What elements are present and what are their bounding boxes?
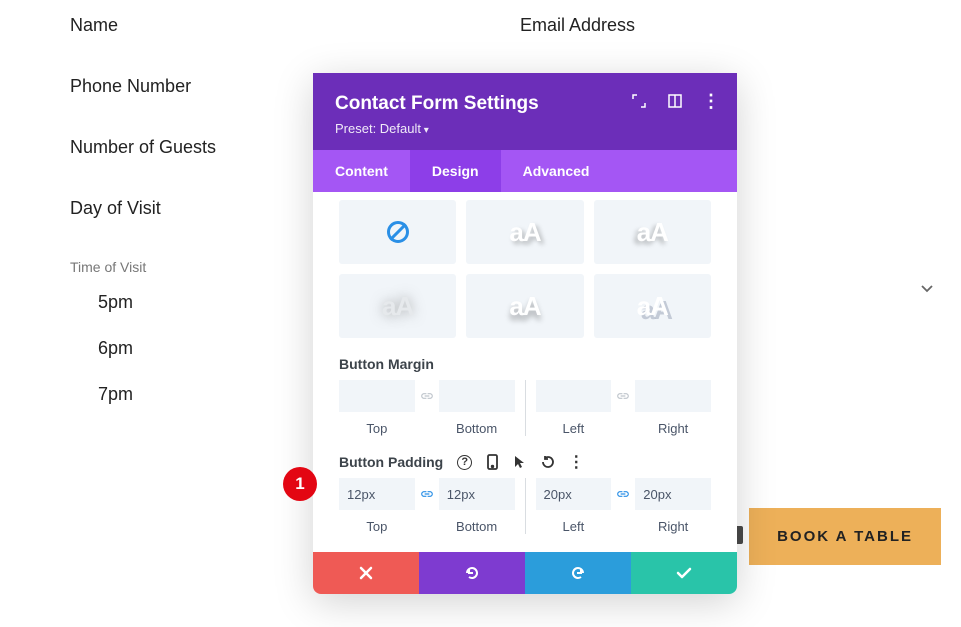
aa-sample-icon: aA [509, 217, 540, 248]
no-style-icon [387, 221, 409, 243]
expand-icon[interactable] [631, 93, 647, 109]
link-icon[interactable] [613, 478, 633, 510]
padding-top-input[interactable] [339, 478, 415, 510]
button-margin-label: Button Margin [339, 356, 711, 372]
padding-inputs: Top Bottom Left [339, 478, 711, 534]
panel-footer [313, 552, 737, 594]
padding-toolbar: ? ⋮ [457, 454, 584, 470]
sublabel-top: Top [339, 519, 415, 534]
email-field-label[interactable]: Email Address [520, 15, 891, 36]
style-tile[interactable]: aA [466, 274, 583, 338]
aa-sample-icon: aA [382, 291, 413, 322]
padding-right-input[interactable] [635, 478, 711, 510]
margin-bottom-input[interactable] [439, 380, 515, 412]
text-shadow-style-grid: aA aA aA aA aA [339, 200, 711, 338]
preset-dropdown[interactable]: Preset: Default [335, 121, 715, 136]
name-field-label[interactable]: Name [70, 15, 490, 36]
panel-tabs: Content Design Advanced [313, 150, 737, 192]
style-tile-none[interactable] [339, 200, 456, 264]
margin-right-input[interactable] [635, 380, 711, 412]
dropdown-caret-icon[interactable] [921, 280, 933, 298]
style-tile[interactable]: aA [594, 274, 711, 338]
sublabel-right: Right [635, 421, 711, 436]
margin-left-input[interactable] [536, 380, 612, 412]
panel-header: Contact Form Settings Preset: Default ⋮ [313, 73, 737, 150]
sublabel-left: Left [536, 519, 612, 534]
reset-icon[interactable] [540, 454, 556, 470]
margin-inputs: Top Bottom Left [339, 380, 711, 436]
aa-sample-icon: aA [637, 217, 668, 248]
style-tile[interactable]: aA [594, 200, 711, 264]
button-padding-text: Button Padding [339, 454, 443, 470]
column-icon[interactable] [667, 93, 683, 109]
padding-left-input[interactable] [536, 478, 612, 510]
save-button[interactable] [631, 552, 737, 594]
link-icon[interactable] [613, 380, 633, 412]
button-padding-label: Button Padding ? ⋮ [339, 454, 711, 470]
link-icon[interactable] [417, 478, 437, 510]
check-icon [676, 567, 692, 579]
aa-sample-icon: aA [637, 291, 668, 322]
margin-top-input[interactable] [339, 380, 415, 412]
panel-body: aA aA aA aA aA Button Margin Top Bottom [313, 192, 737, 552]
style-tile[interactable]: aA [339, 274, 456, 338]
help-icon[interactable]: ? [457, 455, 472, 470]
tab-content[interactable]: Content [313, 150, 410, 192]
annotation-marker-1: 1 [283, 467, 317, 501]
sublabel-left: Left [536, 421, 612, 436]
close-button[interactable] [313, 552, 419, 594]
undo-button[interactable] [419, 552, 525, 594]
tab-advanced[interactable]: Advanced [501, 150, 612, 192]
padding-bottom-input[interactable] [439, 478, 515, 510]
kebab-menu-icon[interactable]: ⋮ [703, 93, 719, 109]
undo-icon [464, 565, 480, 581]
button-margin-text: Button Margin [339, 356, 434, 372]
sublabel-right: Right [635, 519, 711, 534]
close-icon [359, 566, 373, 580]
link-icon[interactable] [417, 380, 437, 412]
sublabel-bottom: Bottom [439, 421, 515, 436]
redo-button[interactable] [525, 552, 631, 594]
book-table-button[interactable]: BOOK A TABLE [749, 508, 941, 565]
settings-panel: Contact Form Settings Preset: Default ⋮ … [313, 73, 737, 594]
style-tile[interactable]: aA [466, 200, 583, 264]
sublabel-top: Top [339, 421, 415, 436]
cursor-icon[interactable] [512, 454, 528, 470]
scrollbar-handle[interactable] [737, 526, 743, 544]
sublabel-bottom: Bottom [439, 519, 515, 534]
redo-icon [570, 565, 586, 581]
phone-icon[interactable] [484, 454, 500, 470]
tab-design[interactable]: Design [410, 150, 501, 192]
kebab-menu-icon[interactable]: ⋮ [568, 454, 584, 470]
aa-sample-icon: aA [509, 291, 540, 322]
